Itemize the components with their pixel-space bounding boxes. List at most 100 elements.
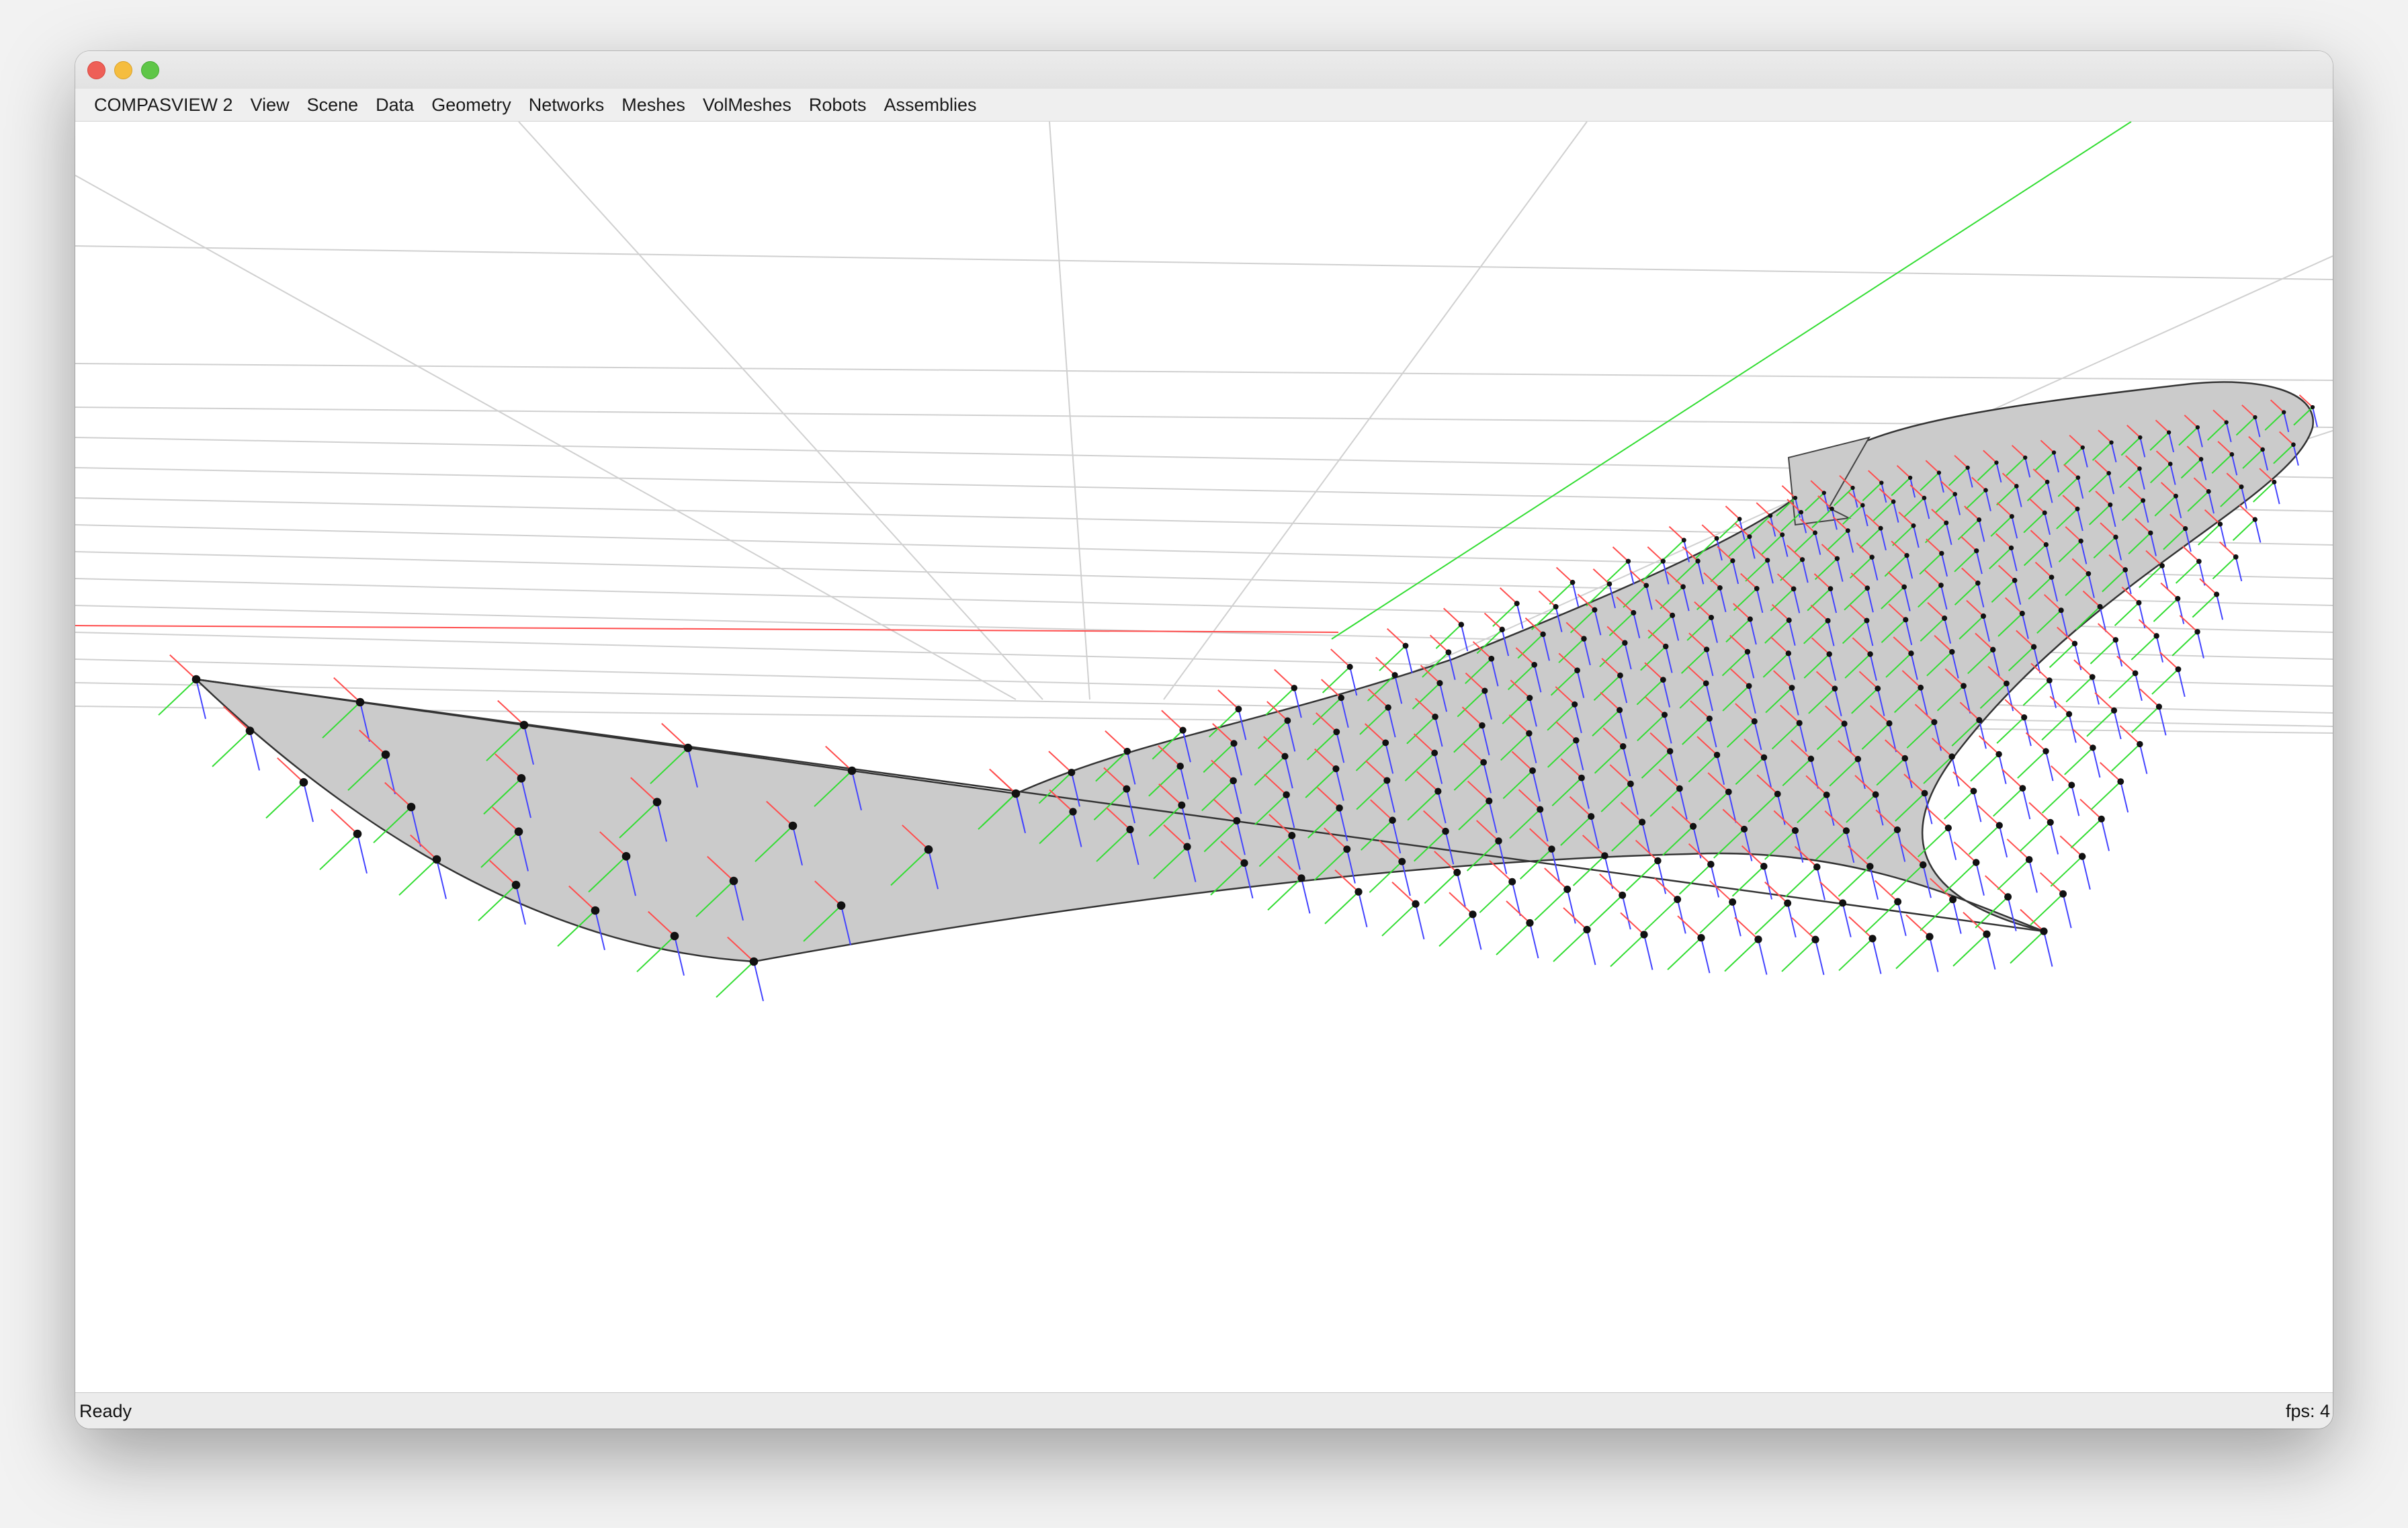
surface-point (1574, 667, 1580, 674)
close-button[interactable] (87, 61, 105, 79)
surface-point (1821, 491, 1826, 495)
surface-point (1469, 910, 1477, 919)
surface-point (1922, 495, 1927, 501)
surface-point (1654, 857, 1662, 865)
frame-y (2114, 602, 2140, 626)
surface-point (1661, 712, 1668, 718)
frame-x (1709, 880, 1733, 903)
surface-point (749, 957, 759, 966)
surface-point (1879, 480, 1884, 485)
surface-point (517, 774, 526, 783)
surface-point (1789, 685, 1795, 691)
title-bar[interactable] (75, 51, 2333, 89)
frame-z (1472, 914, 1482, 950)
surface-point (2030, 644, 2037, 650)
menu-data[interactable]: Data (376, 89, 414, 121)
3d-viewport[interactable] (75, 122, 2333, 1393)
frame-x (1764, 881, 1789, 904)
frame-x (1599, 874, 1623, 896)
surface-point (2137, 466, 2142, 471)
surface-point (1663, 643, 1669, 650)
frame-x (1725, 505, 1740, 520)
frame-z (1710, 863, 1720, 898)
maximize-button[interactable] (141, 61, 159, 79)
frame-y (1864, 901, 1899, 933)
surface-point (1601, 852, 1608, 859)
frame-y (2090, 781, 2121, 810)
frame-z (2022, 788, 2031, 820)
surface-point (2040, 927, 2048, 935)
surface-point (1583, 925, 1591, 934)
menu-meshes[interactable]: Meshes (621, 89, 685, 121)
frame-x (2219, 541, 2237, 558)
frame-y (1381, 903, 1416, 937)
surface-point (1961, 683, 1967, 689)
menu-assemblies[interactable]: Assemblies (884, 89, 976, 121)
frame-x (1048, 751, 1072, 773)
frame-x (1952, 771, 1975, 792)
surface-point (1830, 506, 1834, 511)
surface-point (381, 750, 390, 759)
surface-point (2008, 545, 2014, 551)
grid-line (75, 175, 1017, 700)
frame-y (1492, 603, 1518, 627)
menu-geometry[interactable]: Geometry (431, 89, 511, 121)
frame-z (1758, 939, 1768, 975)
surface-point (2090, 745, 2096, 751)
surface-point (2224, 420, 2229, 425)
surface-point (1944, 520, 1949, 525)
surface-point (1431, 749, 1438, 757)
surface-point (1823, 791, 1830, 798)
surface-point (2047, 818, 2054, 826)
surface-point (1841, 720, 1848, 727)
frame-z (2028, 859, 2038, 893)
frame-x (1484, 612, 1503, 630)
frame-x (2160, 582, 2178, 599)
scene-canvas[interactable] (75, 122, 2333, 1393)
frame-y (1838, 865, 1870, 897)
surface-point (1901, 584, 1907, 590)
surface-point (1944, 824, 1952, 832)
surface-point (1832, 685, 1838, 692)
surface-point (2132, 670, 2139, 677)
menu-networks[interactable]: Networks (529, 89, 605, 121)
nurbs-surface[interactable] (194, 381, 2314, 963)
frame-z (2023, 717, 2032, 747)
surface-point (1660, 677, 1666, 683)
surface-point (2252, 517, 2258, 522)
frame-x (1848, 916, 1873, 939)
menu-view[interactable]: View (251, 89, 290, 121)
frame-x (2139, 688, 2160, 708)
surface-point (1747, 616, 1753, 622)
frame-y (2050, 855, 2083, 887)
surface-point (2159, 563, 2165, 568)
surface-point (1183, 843, 1191, 851)
menu-robots[interactable]: Robots (809, 89, 867, 121)
surface-point (1886, 720, 1893, 727)
surface-point (1233, 817, 1241, 824)
menu-volmeshes[interactable]: VolMeshes (703, 89, 791, 121)
surface-point (2058, 607, 2064, 613)
frame-z (2235, 556, 2243, 582)
surface-point (1680, 584, 1686, 590)
frame-y (2086, 710, 2115, 737)
surface-point (2282, 410, 2286, 415)
surface-point (1643, 583, 1649, 589)
frame-y (2019, 822, 2051, 852)
surface-point (2260, 447, 2265, 452)
surface-point (1235, 706, 1242, 713)
surface-point (1793, 495, 1798, 501)
frame-z (1643, 934, 1653, 970)
minimize-button[interactable] (114, 61, 132, 79)
frame-x (2028, 802, 2051, 823)
surface-point (2196, 558, 2202, 564)
surface-point (1746, 683, 1752, 689)
menu-scene[interactable]: Scene (307, 89, 359, 121)
frame-x (1105, 730, 1128, 752)
surface-point (1729, 898, 1737, 906)
surface-point (1617, 672, 1623, 679)
surface-point (2109, 440, 2114, 445)
menu-app[interactable]: COMPASVIEW 2 (94, 89, 233, 121)
surface-point (1578, 774, 1585, 781)
surface-point (1230, 777, 1237, 785)
